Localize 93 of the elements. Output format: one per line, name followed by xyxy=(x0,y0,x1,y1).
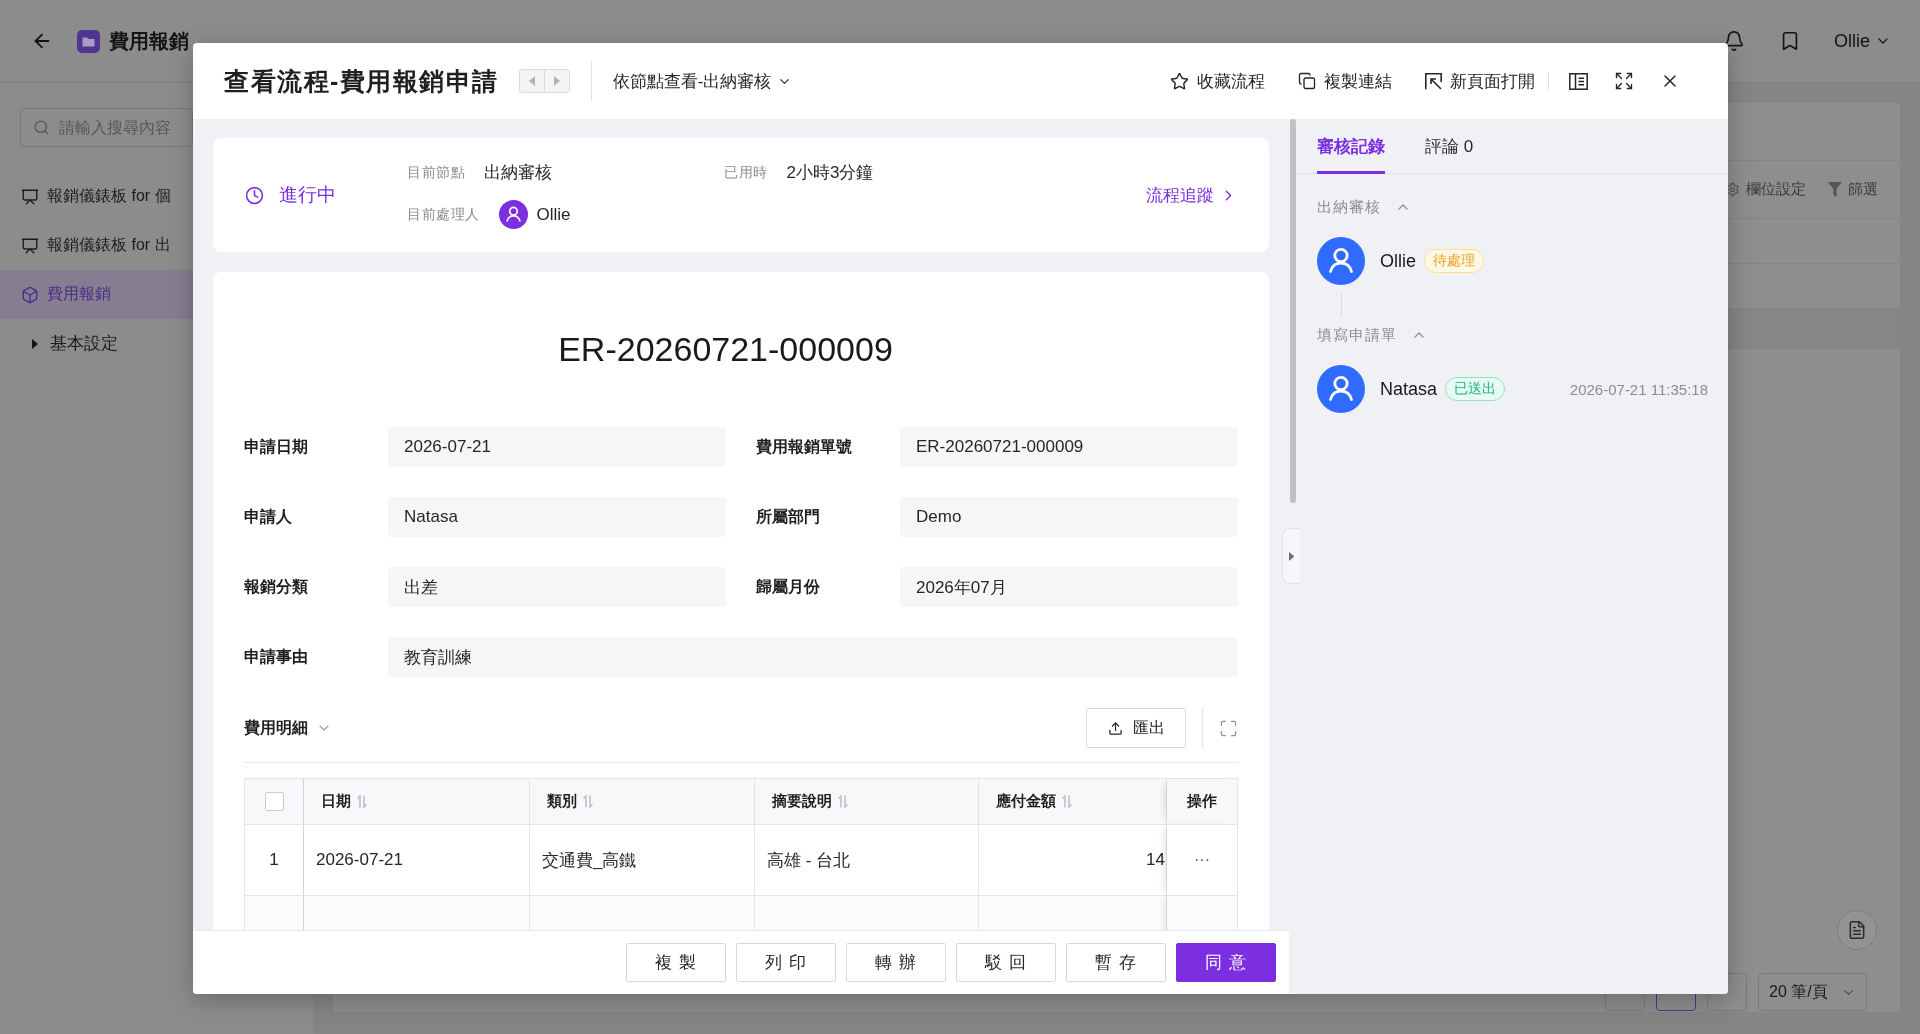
read-only-field: 2026-07-21 xyxy=(388,427,726,467)
section-title: 出納審核 xyxy=(1317,197,1381,217)
timestamp: 2026-07-21 11:35:18 xyxy=(1569,380,1708,398)
presentation-icon xyxy=(21,187,39,206)
field-label: 費用報銷單號 xyxy=(756,436,852,457)
filter-button[interactable]: 篩選 xyxy=(1828,180,1878,199)
section-title: 填寫申請單 xyxy=(1317,325,1397,345)
field-label: 所屬部門 xyxy=(756,506,820,527)
read-only-field: ER-20260721-000009 xyxy=(900,427,1238,467)
field-value: 2小時3分鐘 xyxy=(786,162,874,184)
copy-icon xyxy=(1298,72,1316,90)
status-text: 進行中 xyxy=(279,183,336,207)
tab[interactable]: 審核記錄 xyxy=(1317,119,1385,174)
footer-button[interactable]: 同 意 xyxy=(1176,943,1276,982)
table-header-cell[interactable]: 日期 xyxy=(304,779,530,824)
fullscreen-icon[interactable] xyxy=(1614,71,1634,91)
document-number: ER-20260721-000009 xyxy=(558,329,893,370)
view-mode-dropdown[interactable]: 依節點查看-出納審核 xyxy=(612,69,792,93)
user-name: Ollie xyxy=(1380,250,1416,272)
footer-button[interactable]: 暫 存 xyxy=(1066,943,1166,982)
avatar-icon xyxy=(1317,365,1365,413)
flow-tracking-link[interactable]: 流程追蹤 xyxy=(1146,183,1237,207)
caret-left-icon[interactable] xyxy=(528,76,535,86)
read-only-field: Demo xyxy=(900,497,1238,537)
app-title: 費用報銷 xyxy=(109,28,189,54)
read-only-field: 2026年07月 xyxy=(900,567,1238,607)
field-label: 目前節點 xyxy=(407,163,465,182)
column-settings-button[interactable]: 欄位設定 xyxy=(1725,180,1806,199)
read-only-field: 出差 xyxy=(388,567,726,607)
field-label: 目前處理人 xyxy=(407,205,480,224)
more-actions-button[interactable]: ··· xyxy=(1190,851,1214,869)
page-size-select[interactable]: 20 筆/頁 xyxy=(1758,973,1867,1011)
arrow-box-icon xyxy=(1425,72,1442,90)
field-label: 已用時 xyxy=(724,163,768,182)
search-icon xyxy=(33,119,50,136)
tab[interactable]: 評論 0 xyxy=(1425,119,1474,174)
upload-icon xyxy=(1107,720,1123,736)
sort-icon[interactable] xyxy=(583,795,593,808)
funnel-icon xyxy=(1828,182,1842,197)
open-new-page-button[interactable]: 新頁面打開 xyxy=(1425,69,1535,93)
footer-button[interactable]: 複 製 xyxy=(626,943,726,982)
star-icon xyxy=(1170,71,1189,91)
status-badge: 待處理 xyxy=(1424,249,1484,273)
expand-icon[interactable] xyxy=(1219,718,1238,738)
export-button[interactable]: 匯出 xyxy=(1086,708,1186,748)
user-menu[interactable]: Ollie xyxy=(1834,30,1891,52)
presentation-icon xyxy=(21,236,39,255)
status-badge: 已送出 xyxy=(1445,377,1506,401)
field-label: 申請人 xyxy=(244,506,292,527)
user-name: Natasa xyxy=(1380,378,1438,400)
gear-icon xyxy=(1725,182,1740,197)
collapse-handle[interactable] xyxy=(1282,528,1300,584)
field-label: 申請事由 xyxy=(244,646,308,667)
read-only-field: 教育訓練 xyxy=(388,637,1238,677)
sort-icon[interactable] xyxy=(357,795,367,808)
modal-title: 查看流程-費用報銷申請 xyxy=(224,65,499,97)
sidebar-item[interactable]: 報銷儀錶板 for 個 xyxy=(0,172,193,221)
bell-icon[interactable] xyxy=(1723,30,1745,52)
checkbox[interactable] xyxy=(264,792,284,811)
table-cell: 2026-07-21 xyxy=(304,824,530,895)
field-label: 申請日期 xyxy=(244,436,308,457)
cube-icon xyxy=(21,285,39,304)
avatar-icon xyxy=(1317,237,1365,285)
clock-icon xyxy=(245,185,264,205)
table-header-cell: 操作 xyxy=(1167,779,1237,824)
scrollbar-thumb[interactable] xyxy=(1290,119,1296,503)
sidebar-item[interactable]: 基本設定 xyxy=(0,319,193,368)
sidebar-item[interactable]: 報銷儀錶板 for 出 xyxy=(0,221,193,270)
footer-button[interactable]: 列 印 xyxy=(736,943,836,982)
table-cell: 1 xyxy=(245,824,304,895)
table-cell: 交通費_高鐵 xyxy=(530,824,755,895)
table-header-cell[interactable]: 摘要說明 xyxy=(755,779,979,824)
field-value: 出納審核 xyxy=(484,162,552,184)
user-name: Ollie xyxy=(536,204,571,225)
side-panel-icon[interactable] xyxy=(1569,72,1588,90)
footer-button[interactable]: 駁 回 xyxy=(956,943,1056,982)
favorite-button[interactable]: 收藏流程 xyxy=(1170,69,1265,93)
sort-icon[interactable] xyxy=(1062,795,1072,808)
table-cell: 14 xyxy=(979,824,1167,895)
folder-icon xyxy=(77,29,100,53)
sort-icon[interactable] xyxy=(838,795,848,808)
footer-button[interactable]: 轉 辦 xyxy=(846,943,946,982)
table-header-cell[interactable]: 類別 xyxy=(530,779,755,824)
avatar-icon xyxy=(498,200,528,229)
copy-link-button[interactable]: 複製連結 xyxy=(1298,69,1392,93)
caret-right-icon[interactable] xyxy=(553,76,560,86)
read-only-field: Natasa xyxy=(388,497,726,537)
file-icon xyxy=(1847,920,1867,940)
field-label: 報銷分類 xyxy=(244,576,308,597)
table-header-cell[interactable]: 應付金額 xyxy=(979,779,1167,824)
section-title: 費用明細 xyxy=(244,717,308,738)
field-label: 歸屬月份 xyxy=(756,576,820,597)
table-cell: 高雄 - 台北 xyxy=(755,824,979,895)
